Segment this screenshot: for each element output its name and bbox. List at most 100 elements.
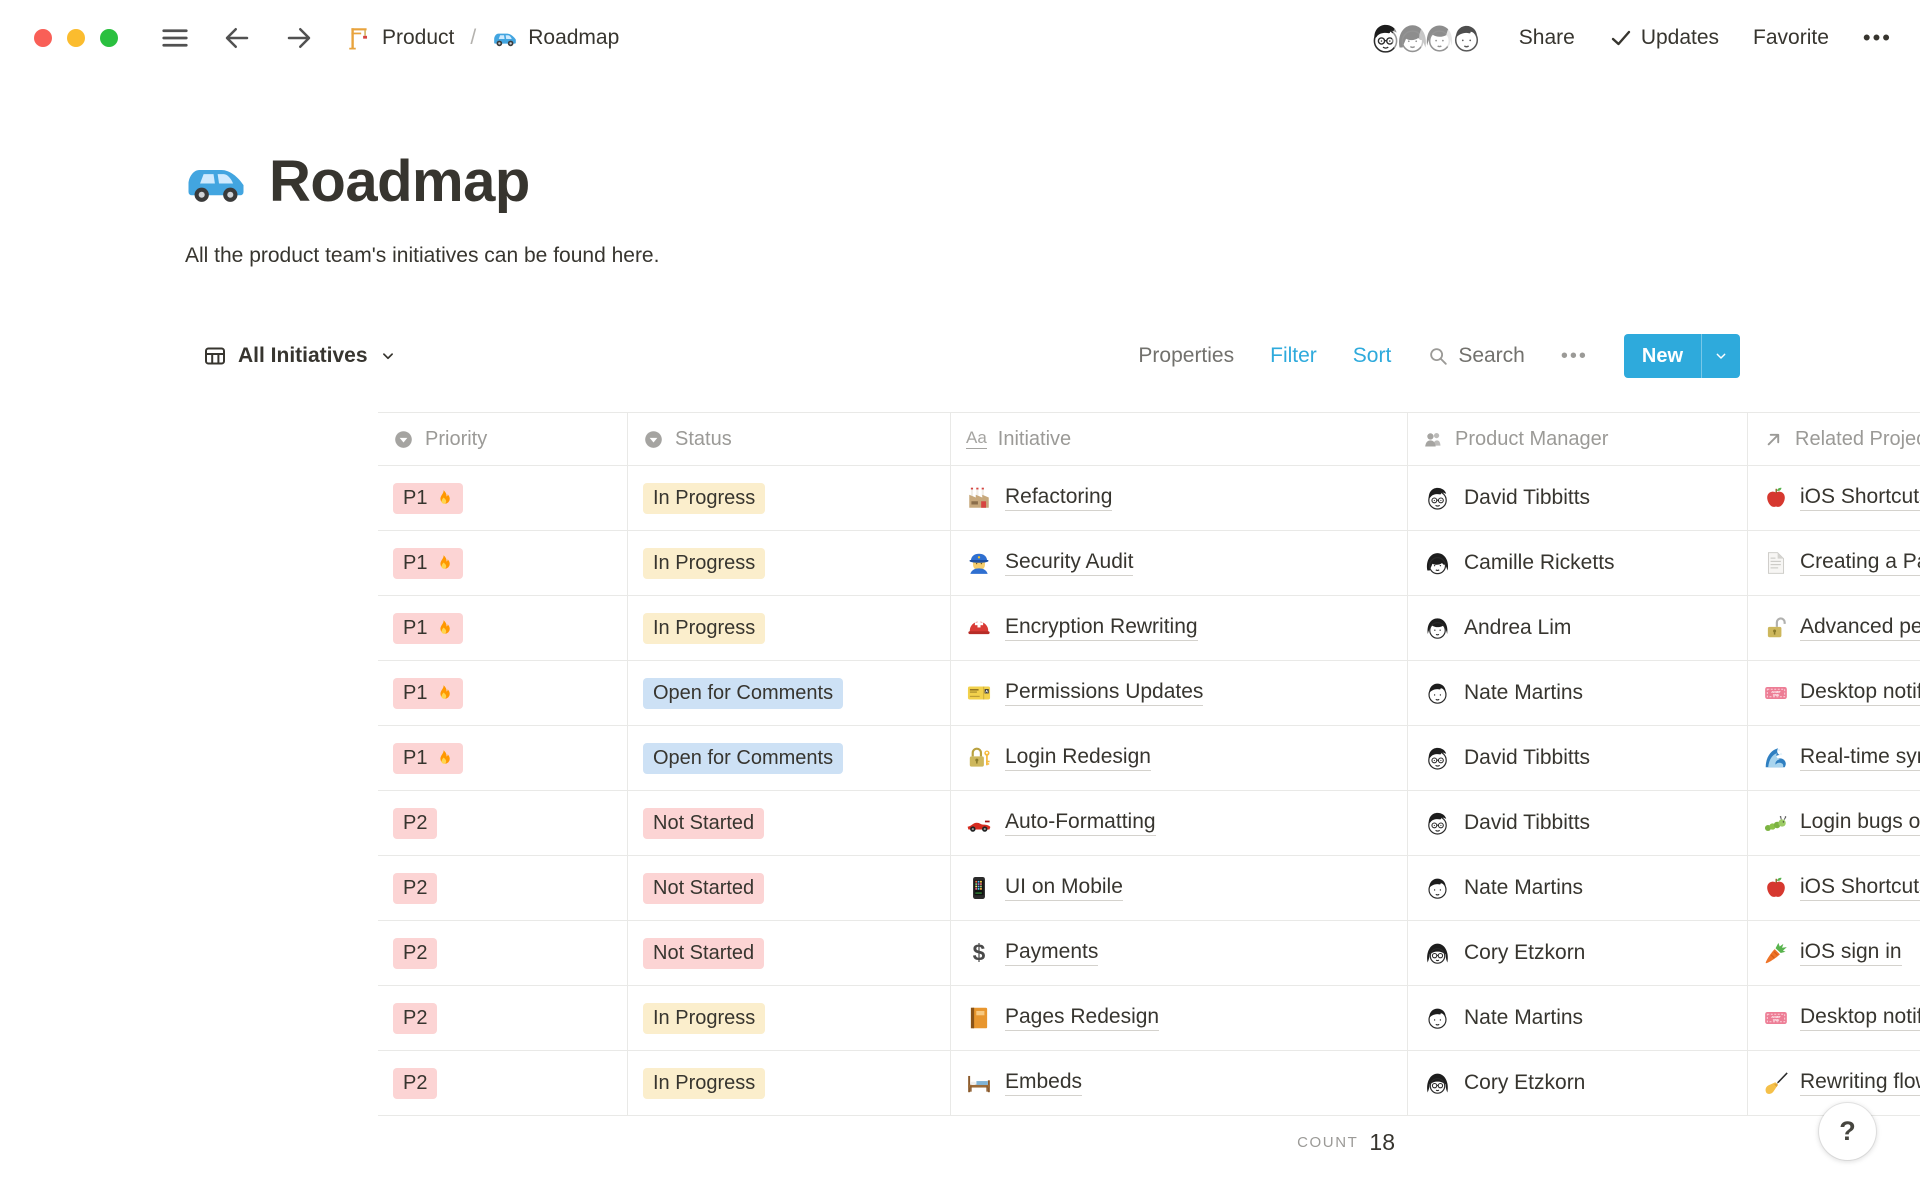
sort-button[interactable]: Sort	[1353, 344, 1392, 368]
related-projects-cell[interactable]: Advanced permissions	[1748, 596, 1920, 660]
product-manager-cell[interactable]: Andrea Lim	[1408, 596, 1748, 660]
product-manager-cell[interactable]: Camille Ricketts	[1408, 531, 1748, 595]
product-manager-cell[interactable]: Nate Martins	[1408, 661, 1748, 725]
related-project-link[interactable]: Advanced permissions	[1763, 615, 1920, 641]
related-project-link[interactable]: Login bugs on email	[1763, 810, 1920, 836]
priority-cell[interactable]: P1	[378, 726, 628, 790]
priority-tag[interactable]: P1	[393, 613, 463, 644]
initiative-page-link[interactable]: Refactoring	[1005, 485, 1112, 511]
priority-tag[interactable]: P2	[393, 938, 437, 969]
minimize-window-button[interactable]	[67, 29, 85, 47]
related-project-link[interactable]: Real-time syncing	[1763, 745, 1920, 771]
help-button[interactable]: ?	[1819, 1103, 1876, 1160]
status-cell[interactable]: Open for Comments	[628, 661, 951, 725]
close-window-button[interactable]	[34, 29, 52, 47]
related-project-link[interactable]: Rewriting flow	[1763, 1070, 1920, 1096]
properties-button[interactable]: Properties	[1138, 344, 1234, 368]
forward-arrow-icon[interactable]	[284, 23, 314, 53]
priority-cell[interactable]: P2	[378, 986, 628, 1050]
count-aggregate[interactable]: COUNT 18	[951, 1116, 1408, 1168]
initiative-cell[interactable]: Permissions Updates	[951, 661, 1408, 725]
status-cell[interactable]: In Progress	[628, 531, 951, 595]
related-project-link[interactable]: Creating a Page on Mob	[1763, 550, 1920, 576]
product-manager-cell[interactable]: Cory Etzkorn	[1408, 1051, 1748, 1115]
status-tag[interactable]: Open for Comments	[643, 678, 843, 709]
initiative-page-link[interactable]: Security Audit	[1005, 550, 1133, 576]
status-tag[interactable]: Open for Comments	[643, 743, 843, 774]
status-cell[interactable]: Not Started	[628, 921, 951, 985]
filter-button[interactable]: Filter	[1270, 344, 1317, 368]
member-avatars[interactable]	[1367, 20, 1485, 57]
updates-button[interactable]: Updates	[1609, 26, 1719, 50]
priority-cell[interactable]: P2	[378, 1051, 628, 1115]
initiative-page-link[interactable]: Login Redesign	[1005, 745, 1151, 771]
page-description[interactable]: All the product team's initiatives can b…	[185, 244, 1920, 268]
initiative-cell[interactable]: Refactoring	[951, 466, 1408, 530]
search-button[interactable]: Search	[1427, 344, 1525, 368]
initiative-cell[interactable]: Auto-Formatting	[951, 791, 1408, 855]
priority-tag[interactable]: P1	[393, 743, 463, 774]
priority-tag[interactable]: P1	[393, 483, 463, 514]
status-tag[interactable]: Not Started	[643, 938, 764, 969]
priority-tag[interactable]: P2	[393, 873, 437, 904]
status-cell[interactable]: Not Started	[628, 791, 951, 855]
initiative-cell[interactable]: Embeds	[951, 1051, 1408, 1115]
product-manager-cell[interactable]: Cory Etzkorn	[1408, 921, 1748, 985]
priority-cell[interactable]: P1	[378, 596, 628, 660]
sidebar-menu-icon[interactable]	[160, 23, 190, 53]
product-manager-cell[interactable]: David Tibbitts	[1408, 466, 1748, 530]
related-project-link[interactable]: iOS sign in	[1763, 940, 1902, 966]
product-manager-cell[interactable]: Nate Martins	[1408, 856, 1748, 920]
initiative-cell[interactable]: Payments	[951, 921, 1408, 985]
related-projects-cell[interactable]: iOS ShortcutsErro	[1748, 466, 1920, 530]
column-header-product-manager[interactable]: Product Manager	[1408, 413, 1748, 465]
status-cell[interactable]: In Progress	[628, 1051, 951, 1115]
related-projects-cell[interactable]: iOS ShortcutsAnd	[1748, 856, 1920, 920]
new-button[interactable]: New	[1624, 334, 1701, 378]
priority-cell[interactable]: P2	[378, 921, 628, 985]
related-projects-cell[interactable]: iOS sign in	[1748, 921, 1920, 985]
related-project-link[interactable]: Desktop notifications	[1763, 1005, 1920, 1031]
breadcrumb-item[interactable]: Roadmap	[492, 25, 619, 51]
priority-cell[interactable]: P1	[378, 531, 628, 595]
priority-tag[interactable]: P2	[393, 808, 437, 839]
initiative-page-link[interactable]: Permissions Updates	[1005, 680, 1203, 706]
favorite-button[interactable]: Favorite	[1753, 26, 1829, 50]
related-project-link[interactable]: Desktop notifications	[1763, 680, 1920, 706]
related-projects-cell[interactable]: Desktop notifications	[1748, 986, 1920, 1050]
initiative-page-link[interactable]: UI on Mobile	[1005, 875, 1123, 901]
status-cell[interactable]: In Progress	[628, 596, 951, 660]
column-header-status[interactable]: Status	[628, 413, 951, 465]
initiative-page-link[interactable]: Auto-Formatting	[1005, 810, 1156, 836]
related-project-link[interactable]: iOS Shortcuts	[1763, 485, 1920, 511]
priority-cell[interactable]: P2	[378, 791, 628, 855]
status-tag[interactable]: In Progress	[643, 1003, 765, 1034]
topbar-more-button[interactable]: •••	[1863, 25, 1892, 51]
related-projects-cell[interactable]: Desktop notifications	[1748, 661, 1920, 725]
priority-tag[interactable]: P2	[393, 1068, 437, 1099]
column-header-related-projects[interactable]: Related Projects	[1748, 413, 1920, 465]
status-tag[interactable]: Not Started	[643, 873, 764, 904]
initiative-page-link[interactable]: Payments	[1005, 940, 1098, 966]
priority-tag[interactable]: P1	[393, 678, 463, 709]
initiative-cell[interactable]: UI on Mobile	[951, 856, 1408, 920]
status-tag[interactable]: In Progress	[643, 548, 765, 579]
zoom-window-button[interactable]	[100, 29, 118, 47]
view-switcher[interactable]: All Initiatives	[203, 344, 397, 368]
status-tag[interactable]: In Progress	[643, 1068, 765, 1099]
product-manager-cell[interactable]: Nate Martins	[1408, 986, 1748, 1050]
related-projects-cell[interactable]: Real-time syncing	[1748, 726, 1920, 790]
column-header-priority[interactable]: Priority	[378, 413, 628, 465]
initiative-page-link[interactable]: Pages Redesign	[1005, 1005, 1159, 1031]
new-dropdown-button[interactable]	[1702, 334, 1740, 378]
avatar[interactable]	[1448, 20, 1485, 57]
initiative-cell[interactable]: Login Redesign	[951, 726, 1408, 790]
car-page-icon[interactable]	[183, 148, 249, 214]
priority-tag[interactable]: P1	[393, 548, 463, 579]
share-button[interactable]: Share	[1519, 26, 1575, 50]
priority-cell[interactable]: P2	[378, 856, 628, 920]
initiative-cell[interactable]: Pages Redesign	[951, 986, 1408, 1050]
initiative-page-link[interactable]: Embeds	[1005, 1070, 1082, 1096]
priority-tag[interactable]: P2	[393, 1003, 437, 1034]
status-tag[interactable]: In Progress	[643, 613, 765, 644]
